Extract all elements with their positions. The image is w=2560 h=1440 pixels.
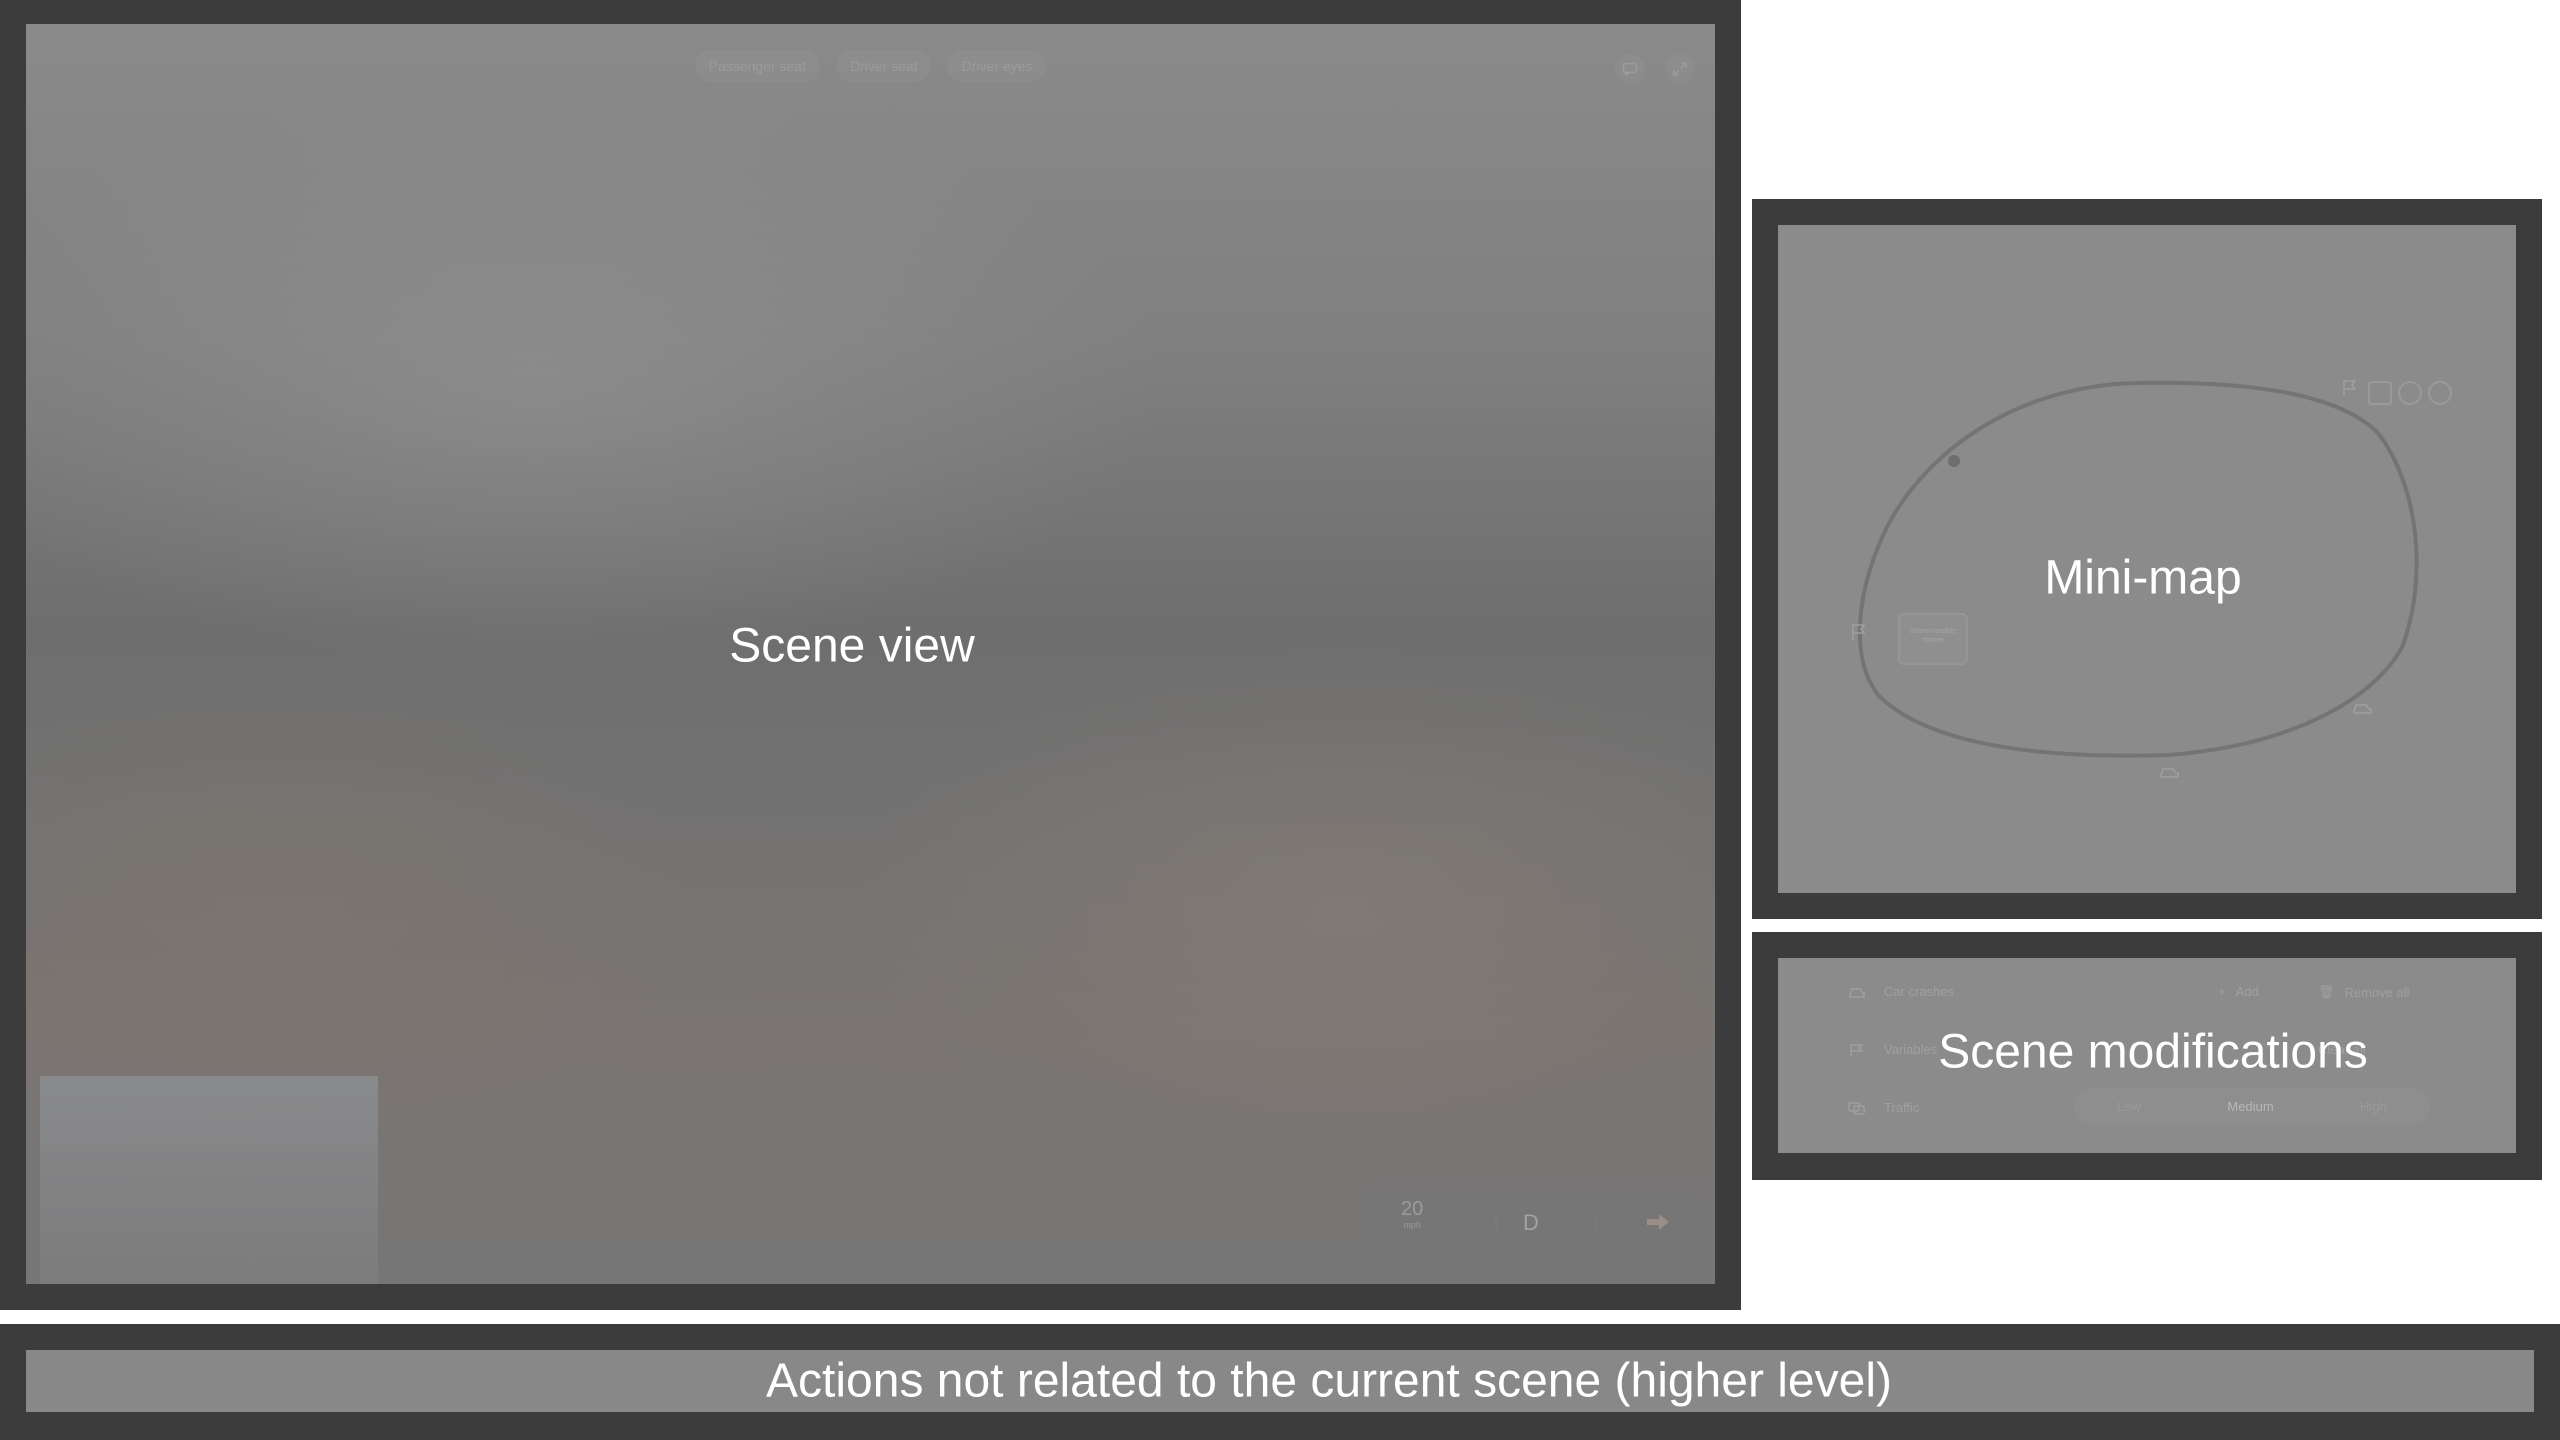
- vehicle-dashboard: 20 mph ⟨ D ⟩: [1365, 1176, 1705, 1276]
- gear-separator-right: ⟩: [1593, 1212, 1601, 1232]
- expand-button[interactable]: [1665, 54, 1695, 84]
- speedometer: 20 mph: [1401, 1198, 1423, 1230]
- camera-tabs: Passenger seat Driver seat Driver eyes: [694, 50, 1047, 82]
- scene-view-label: Scene view: [729, 619, 975, 673]
- traffic-row: Traffic: [1848, 1100, 1919, 1115]
- traffic-high-option[interactable]: High: [2360, 1099, 2387, 1114]
- speed-value: 20: [1401, 1198, 1424, 1220]
- car-icon[interactable]: [2158, 761, 2180, 783]
- rear-view-camera: [40, 1076, 378, 1284]
- gear-indicator: D: [1523, 1210, 1539, 1235]
- flag-icon: [1850, 1043, 1864, 1056]
- speed-unit: mph: [1403, 1220, 1421, 1230]
- trash-icon: 🗑: [2318, 984, 2335, 999]
- add-label: Add: [2235, 984, 2259, 999]
- scene-modifications-label: Scene modifications: [1938, 1025, 2368, 1079]
- flag-icon: [1852, 624, 1866, 640]
- map-note-card[interactable]: Scene/variable marker: [1898, 613, 1968, 665]
- expand-icon: [1673, 62, 1687, 76]
- variables-label: Variables: [1884, 1042, 1938, 1057]
- traffic-label: Traffic: [1884, 1100, 1920, 1115]
- remove-all-label: Remove all: [2344, 984, 2410, 1000]
- car-crashes-label: Car crashes: [1884, 984, 1955, 999]
- tab-driver-eyes[interactable]: Driver eyes: [947, 50, 1047, 82]
- car-icon[interactable]: [2351, 697, 2373, 719]
- turn-arrow-icon: [1647, 1214, 1669, 1230]
- actions-bar-label: Actions not related to the current scene…: [766, 1354, 1892, 1408]
- close-icon[interactable]: [2368, 381, 2392, 405]
- add-crash-button[interactable]: + Add: [2218, 984, 2259, 999]
- traffic-level-selector: Low Medium High: [2074, 1088, 2430, 1124]
- zoom-in-icon[interactable]: [2398, 381, 2422, 405]
- tab-passenger-seat[interactable]: Passenger seat: [694, 50, 820, 82]
- flag-icon: [2343, 380, 2357, 396]
- traffic-icon: [1848, 1101, 1865, 1115]
- plus-icon: +: [2218, 984, 2226, 999]
- comment-button[interactable]: [1615, 54, 1645, 84]
- gear-separator-left: ⟨: [1493, 1212, 1501, 1232]
- traffic-medium-option[interactable]: Medium: [2227, 1099, 2273, 1114]
- vehicle-position-marker: [1948, 455, 1960, 467]
- car-crash-icon: [1849, 987, 1865, 998]
- car-crashes-row: Car crashes: [1848, 984, 1954, 999]
- zoom-out-icon[interactable]: [2428, 381, 2452, 405]
- mini-map-label: Mini-map: [2044, 551, 2242, 605]
- comment-icon: [1622, 62, 1638, 77]
- tab-driver-seat[interactable]: Driver seat: [835, 50, 932, 82]
- map-zoom-controls: [2368, 381, 2452, 405]
- variables-row: Variables: [1848, 1042, 1937, 1057]
- remove-all-crashes-button[interactable]: 🗑 Remove all: [2318, 984, 2410, 1000]
- traffic-low-option[interactable]: Low: [2117, 1099, 2141, 1114]
